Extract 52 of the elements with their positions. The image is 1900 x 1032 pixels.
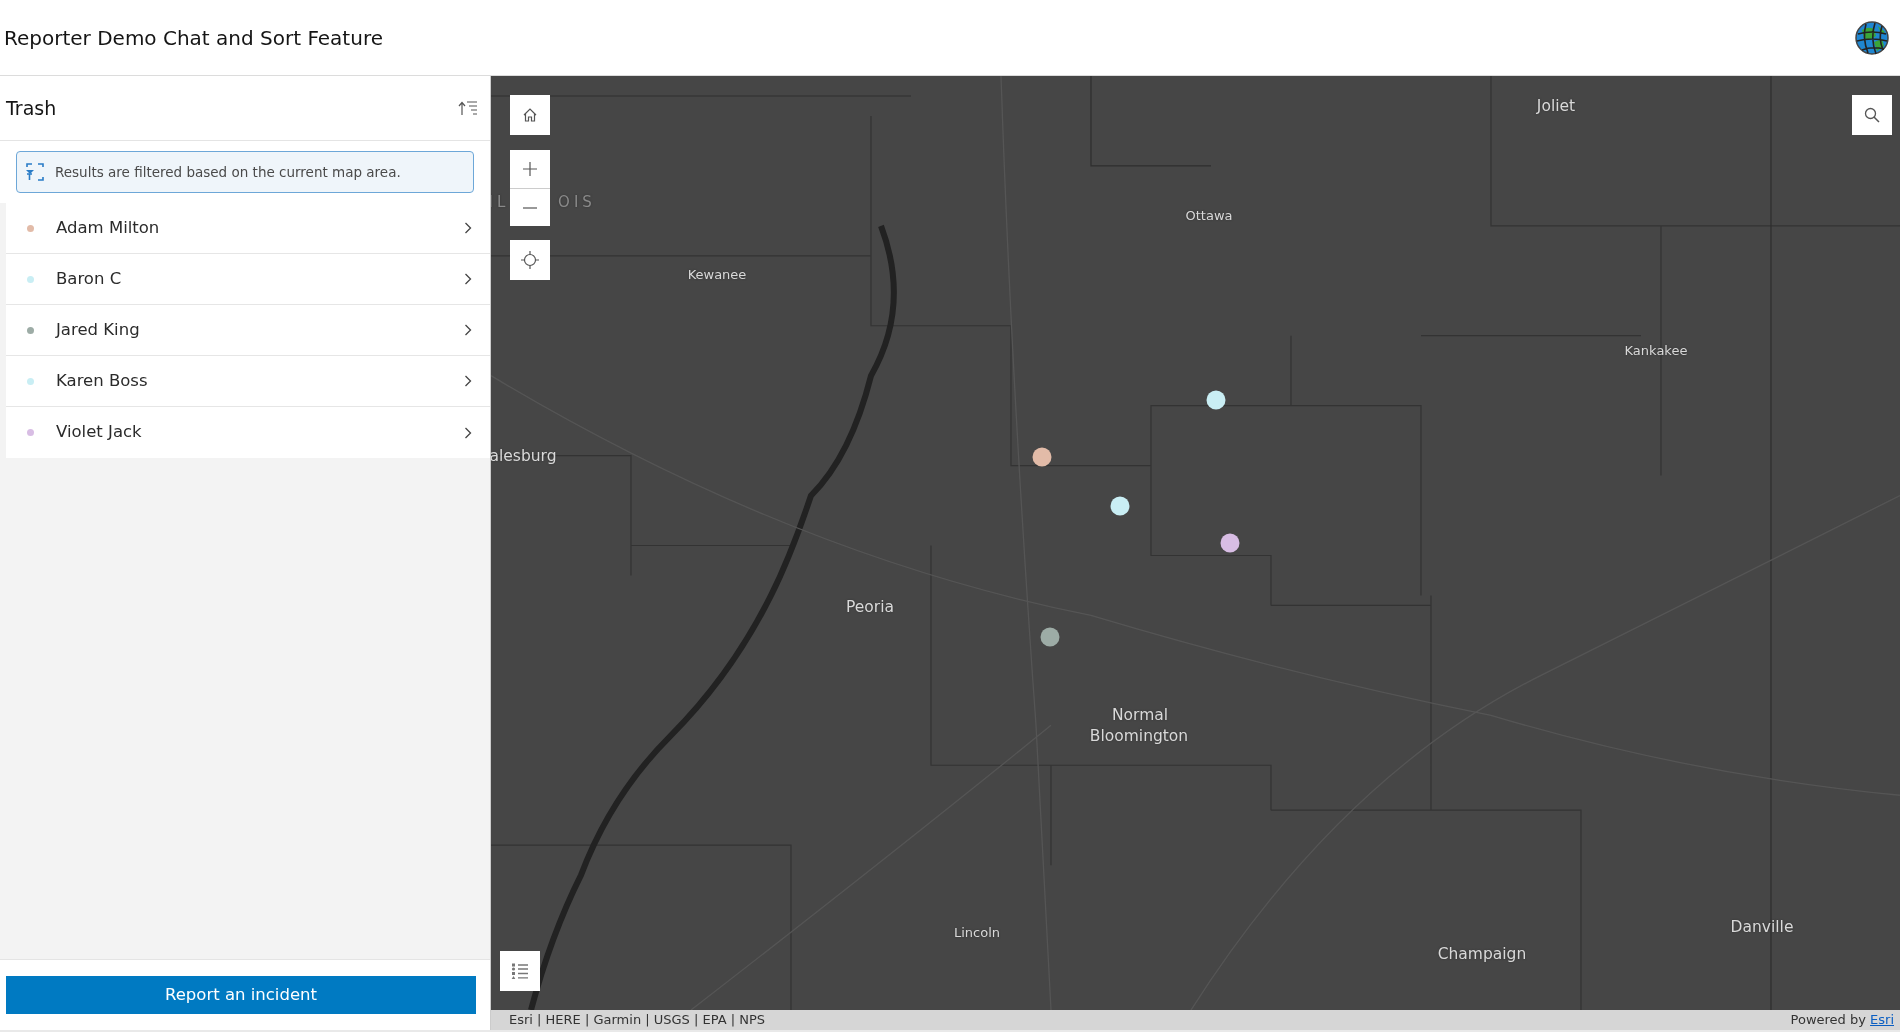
esri-link[interactable]: Esri <box>1870 1012 1894 1028</box>
filter-extent-icon <box>25 162 45 183</box>
panel-title: Trash <box>6 95 57 121</box>
list-item[interactable]: Violet Jack <box>6 407 490 459</box>
powered-by-text: Powered by Esri <box>1790 1011 1894 1030</box>
map-point[interactable] <box>1040 627 1060 647</box>
map-attribution: Esri | HERE | Garmin | USGS | EPA | NPS <box>509 1011 766 1030</box>
home-button[interactable] <box>510 95 550 135</box>
crosshair-icon <box>521 251 539 269</box>
plus-icon <box>523 162 537 176</box>
place-label: Normal <box>1111 705 1169 727</box>
chevron-right-icon <box>464 273 472 286</box>
place-label: Champaign <box>1437 944 1527 966</box>
list-item[interactable]: Jared King <box>6 305 490 357</box>
report-incident-button[interactable]: Report an incident <box>6 976 476 1014</box>
map-point[interactable] <box>1032 447 1052 467</box>
globe-logo-icon <box>1854 19 1890 56</box>
place-label: Danville <box>1730 917 1794 939</box>
place-label: Lincoln <box>954 924 1000 943</box>
map-point[interactable] <box>1220 533 1240 553</box>
search-icon <box>1864 107 1880 123</box>
app-title: Reporter Demo Chat and Sort Feature <box>4 24 383 52</box>
place-label: Ottawa <box>1185 207 1233 226</box>
search-button[interactable] <box>1852 95 1892 135</box>
legend-icon <box>511 962 529 980</box>
place-label: Kewanee <box>687 266 747 285</box>
item-name: Violet Jack <box>56 421 143 444</box>
place-label: Joliet <box>1536 96 1576 118</box>
notice-text: Results are filtered based on the current map area. <box>55 163 401 182</box>
place-label: alesburg <box>491 446 557 468</box>
chevron-right-icon <box>464 426 472 439</box>
sort-icon[interactable] <box>458 100 478 116</box>
list-item[interactable]: Karen Boss <box>6 356 490 408</box>
list-item[interactable]: Adam Milton <box>6 203 490 255</box>
list-item[interactable]: Baron C <box>6 254 490 306</box>
map-point[interactable] <box>1206 390 1226 410</box>
item-name: Karen Boss <box>56 369 149 392</box>
place-label: Peoria <box>846 597 894 619</box>
legend-button[interactable] <box>500 951 540 991</box>
minus-icon <box>523 206 537 209</box>
item-name: Baron C <box>56 267 123 290</box>
map-point[interactable] <box>1110 496 1130 516</box>
chevron-right-icon <box>464 375 472 388</box>
chevron-right-icon <box>464 222 472 235</box>
place-label: Kankakee <box>1624 342 1688 361</box>
place-label: Bloomington <box>1089 726 1189 748</box>
locate-button[interactable] <box>510 240 550 280</box>
chevron-right-icon <box>464 324 472 337</box>
item-name: Adam Milton <box>56 216 161 239</box>
item-name: Jared King <box>56 318 141 341</box>
place-label: OIS <box>558 191 596 213</box>
home-icon <box>522 107 538 123</box>
